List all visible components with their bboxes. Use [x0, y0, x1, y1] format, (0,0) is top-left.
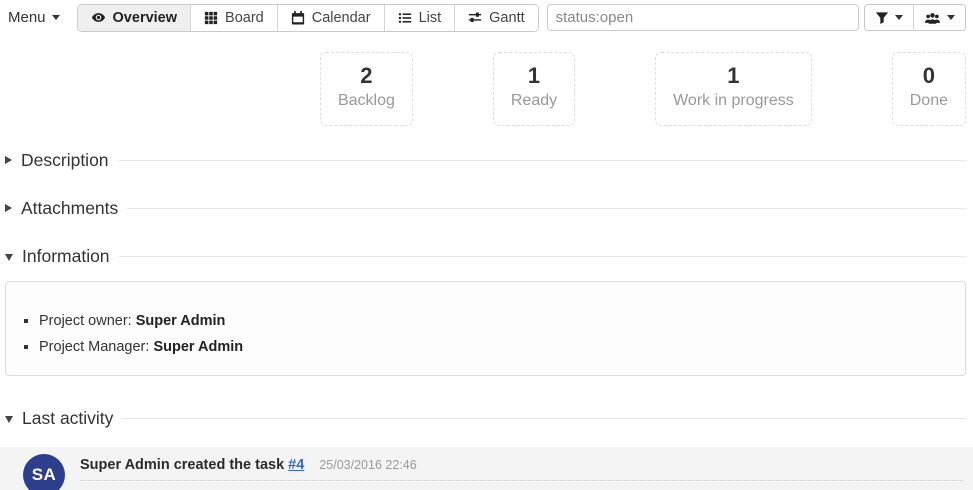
task-link[interactable]: #4	[288, 457, 304, 473]
activity-title: Super Admin created the task	[80, 457, 288, 473]
section-title: Attachments	[21, 198, 118, 219]
stat-value: 2	[338, 62, 395, 90]
chevron-down-icon	[52, 15, 60, 20]
section-toggle-information[interactable]: Information	[5, 245, 966, 267]
menu-dropdown[interactable]: Menu	[8, 9, 60, 26]
info-label: Project owner:	[39, 313, 136, 329]
search-input[interactable]	[547, 4, 859, 31]
section-toggle-attachments[interactable]: Attachments	[5, 197, 966, 219]
list-item: Project Manager: Super Admin	[39, 334, 965, 360]
list-icon	[398, 11, 412, 25]
information-list: Project owner: Super Admin Project Manag…	[6, 308, 965, 360]
funnel-icon	[875, 11, 889, 25]
filter-button-group	[864, 4, 966, 31]
stat-label: Work in progress	[673, 90, 794, 112]
list-item: Project owner: Super Admin	[39, 308, 965, 334]
stat-box-backlog: 2 Backlog	[320, 52, 413, 126]
sliders-icon	[468, 11, 482, 25]
chevron-right-icon	[5, 156, 12, 164]
column-stats-row: 2 Backlog 1 Ready 1 Work in progress 0 D…	[0, 52, 966, 126]
menu-label: Menu	[8, 9, 46, 26]
stat-value: 0	[910, 62, 948, 90]
information-panel: Project owner: Super Admin Project Manag…	[5, 281, 966, 376]
filter-dropdown-button[interactable]	[865, 5, 913, 30]
timestamp: 25/03/2016 22:46	[319, 458, 416, 472]
stat-value: 1	[511, 62, 557, 90]
eye-icon	[91, 10, 106, 25]
users-dropdown-button[interactable]	[913, 5, 965, 30]
chevron-down-icon	[947, 15, 955, 20]
stat-box-ready: 1 Ready	[493, 52, 575, 126]
tab-board-label: Board	[225, 10, 264, 26]
stat-box-done: 0 Done	[892, 52, 966, 126]
view-switcher: Overview Board Calendar List Gantt	[77, 4, 539, 32]
tab-board[interactable]: Board	[190, 5, 277, 31]
activity-title-row: Super Admin created the task #4 25/03/20…	[80, 457, 963, 481]
info-value: Super Admin	[136, 313, 226, 329]
section-divider	[127, 208, 966, 209]
stat-label: Done	[910, 90, 948, 112]
chevron-right-icon	[5, 204, 12, 212]
tab-list-label: List	[419, 10, 442, 26]
tab-gantt-label: Gantt	[489, 10, 524, 26]
stat-value: 1	[673, 62, 794, 90]
section-toggle-description[interactable]: Description	[5, 149, 966, 171]
stat-label: Ready	[511, 90, 557, 112]
grid-icon	[204, 11, 218, 25]
tab-calendar-label: Calendar	[312, 10, 371, 26]
tab-overview[interactable]: Overview	[78, 5, 191, 31]
activity-content: Super Admin created the task #4 25/03/20…	[80, 454, 963, 490]
section-title: Information	[22, 246, 110, 267]
tab-calendar[interactable]: Calendar	[277, 5, 384, 31]
section-divider	[118, 160, 966, 161]
chevron-down-icon	[5, 416, 13, 423]
calendar-icon	[291, 10, 305, 25]
section-divider	[122, 418, 966, 419]
stat-label: Backlog	[338, 90, 395, 112]
users-icon	[924, 11, 941, 25]
stat-box-work-in-progress: 1 Work in progress	[655, 52, 812, 126]
tab-list[interactable]: List	[384, 5, 455, 31]
avatar: SA	[23, 454, 65, 490]
section-divider	[119, 256, 966, 257]
tab-gantt[interactable]: Gantt	[454, 5, 537, 31]
chevron-down-icon	[5, 254, 13, 261]
section-toggle-last-activity[interactable]: Last activity	[5, 407, 966, 429]
info-value: Super Admin	[153, 339, 243, 355]
activity-event: SA Super Admin created the task #4 25/03…	[0, 447, 973, 490]
tab-overview-label: Overview	[113, 10, 178, 26]
section-title: Last activity	[22, 408, 113, 429]
toolbar: Menu Overview Board Calendar List	[0, 0, 973, 32]
section-title: Description	[21, 150, 109, 171]
info-label: Project Manager:	[39, 339, 153, 355]
chevron-down-icon	[895, 15, 903, 20]
